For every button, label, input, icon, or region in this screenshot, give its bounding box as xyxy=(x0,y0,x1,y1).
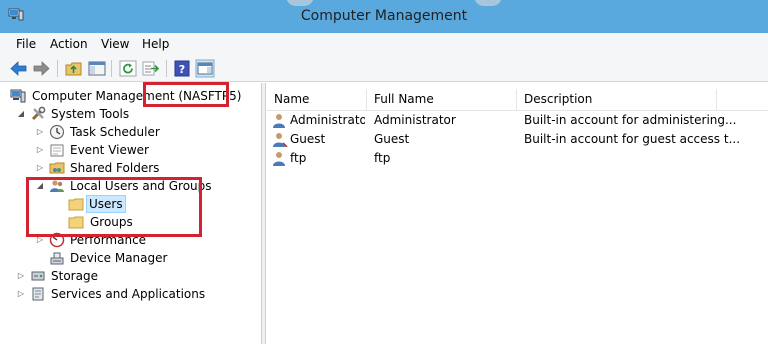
clock-icon xyxy=(49,124,65,140)
column-header-full-name[interactable]: Full Name xyxy=(367,89,517,111)
menu-action[interactable]: Action xyxy=(50,37,88,51)
folder-icon xyxy=(68,214,84,230)
device-manager-icon xyxy=(49,250,65,266)
tree-label: Event Viewer xyxy=(70,143,149,157)
performance-icon xyxy=(49,232,65,248)
cell-full-name: Administrator xyxy=(374,113,456,127)
user-icon xyxy=(272,132,288,148)
table-row[interactable]: Administrator Administrator Built-in acc… xyxy=(267,111,768,130)
forward-icon[interactable] xyxy=(31,59,51,78)
toolbar-separator xyxy=(111,60,112,77)
background-decoration xyxy=(286,0,314,6)
menu-file[interactable]: File xyxy=(16,37,36,51)
tree-label: Local Users and Groups xyxy=(70,179,212,193)
shared-folder-icon xyxy=(49,160,65,176)
window-title: Computer Management xyxy=(300,8,468,24)
menu-view[interactable]: View xyxy=(101,37,129,51)
cell-full-name: Guest xyxy=(374,132,410,146)
svg-text:?: ? xyxy=(179,63,185,76)
collapse-arrow-icon[interactable]: ◢ xyxy=(35,177,45,195)
title-bar: Computer Management xyxy=(0,0,768,33)
cell-description: Built-in account for guest access t... xyxy=(524,132,741,146)
cell-name: Administrator xyxy=(290,113,365,127)
user-icon xyxy=(272,151,288,166)
expand-arrow-icon[interactable]: ▷ xyxy=(35,159,45,177)
expand-arrow-icon[interactable]: ▷ xyxy=(35,141,45,159)
tree-label: Performance xyxy=(70,233,147,247)
tree-label: Task Scheduler xyxy=(70,125,160,139)
refresh-icon[interactable] xyxy=(118,59,138,78)
user-icon xyxy=(272,113,288,128)
tree-label: Users xyxy=(86,195,126,213)
tree-label: Groups xyxy=(90,215,133,229)
tree-label: Device Manager xyxy=(70,251,168,265)
cell-full-name: ftp xyxy=(374,151,391,165)
users-group-icon xyxy=(49,178,65,194)
list-header: Name Full Name Description xyxy=(267,89,768,111)
folder-icon xyxy=(68,196,84,212)
export-list-icon[interactable] xyxy=(141,59,161,78)
column-header-name[interactable]: Name xyxy=(267,89,367,111)
show-hide-tree-icon[interactable] xyxy=(87,59,107,78)
storage-icon xyxy=(30,268,46,284)
expand-arrow-icon[interactable]: ▷ xyxy=(16,267,26,285)
tree-label: Storage xyxy=(51,269,98,283)
up-folder-icon[interactable] xyxy=(64,59,84,78)
table-row[interactable]: ftp ftp xyxy=(267,149,768,168)
help-icon[interactable]: ? xyxy=(172,59,192,78)
tree-label: Shared Folders xyxy=(70,161,160,175)
menu-help[interactable]: Help xyxy=(142,37,169,51)
users-list-view: Name Full Name Description Administrator… xyxy=(267,83,768,344)
cell-name: ftp xyxy=(290,151,307,165)
collapse-arrow-icon[interactable]: ◢ xyxy=(16,105,26,123)
toolbar: ? xyxy=(0,55,768,82)
back-icon[interactable] xyxy=(9,59,29,78)
cell-name: Guest xyxy=(290,132,326,146)
cell-description: Built-in account for administering... xyxy=(524,113,737,127)
column-header-description[interactable]: Description xyxy=(517,89,717,111)
menu-bar: File Action View Help xyxy=(0,33,768,55)
pane-splitter[interactable] xyxy=(262,83,266,344)
expand-arrow-icon[interactable]: ▷ xyxy=(16,285,26,303)
console-tree: Computer Management (NASFTP5) ◢ System T… xyxy=(0,83,262,344)
services-icon xyxy=(30,286,46,302)
expand-arrow-icon[interactable]: ▷ xyxy=(35,231,45,249)
event-viewer-icon xyxy=(49,142,65,158)
tree-label: Services and Applications xyxy=(51,287,206,301)
expand-arrow-icon[interactable]: ▷ xyxy=(35,123,45,141)
toolbar-separator xyxy=(57,60,58,77)
table-row[interactable]: Guest Guest Built-in account for guest a… xyxy=(267,130,768,149)
tree-label: System Tools xyxy=(51,107,130,121)
background-decoration xyxy=(474,0,502,6)
computer-management-icon xyxy=(10,88,26,104)
show-hide-action-pane-icon[interactable] xyxy=(195,59,215,78)
tools-icon xyxy=(30,106,46,122)
tree-label: Computer Management (NASFTP5) xyxy=(32,89,242,103)
toolbar-separator xyxy=(166,60,167,77)
